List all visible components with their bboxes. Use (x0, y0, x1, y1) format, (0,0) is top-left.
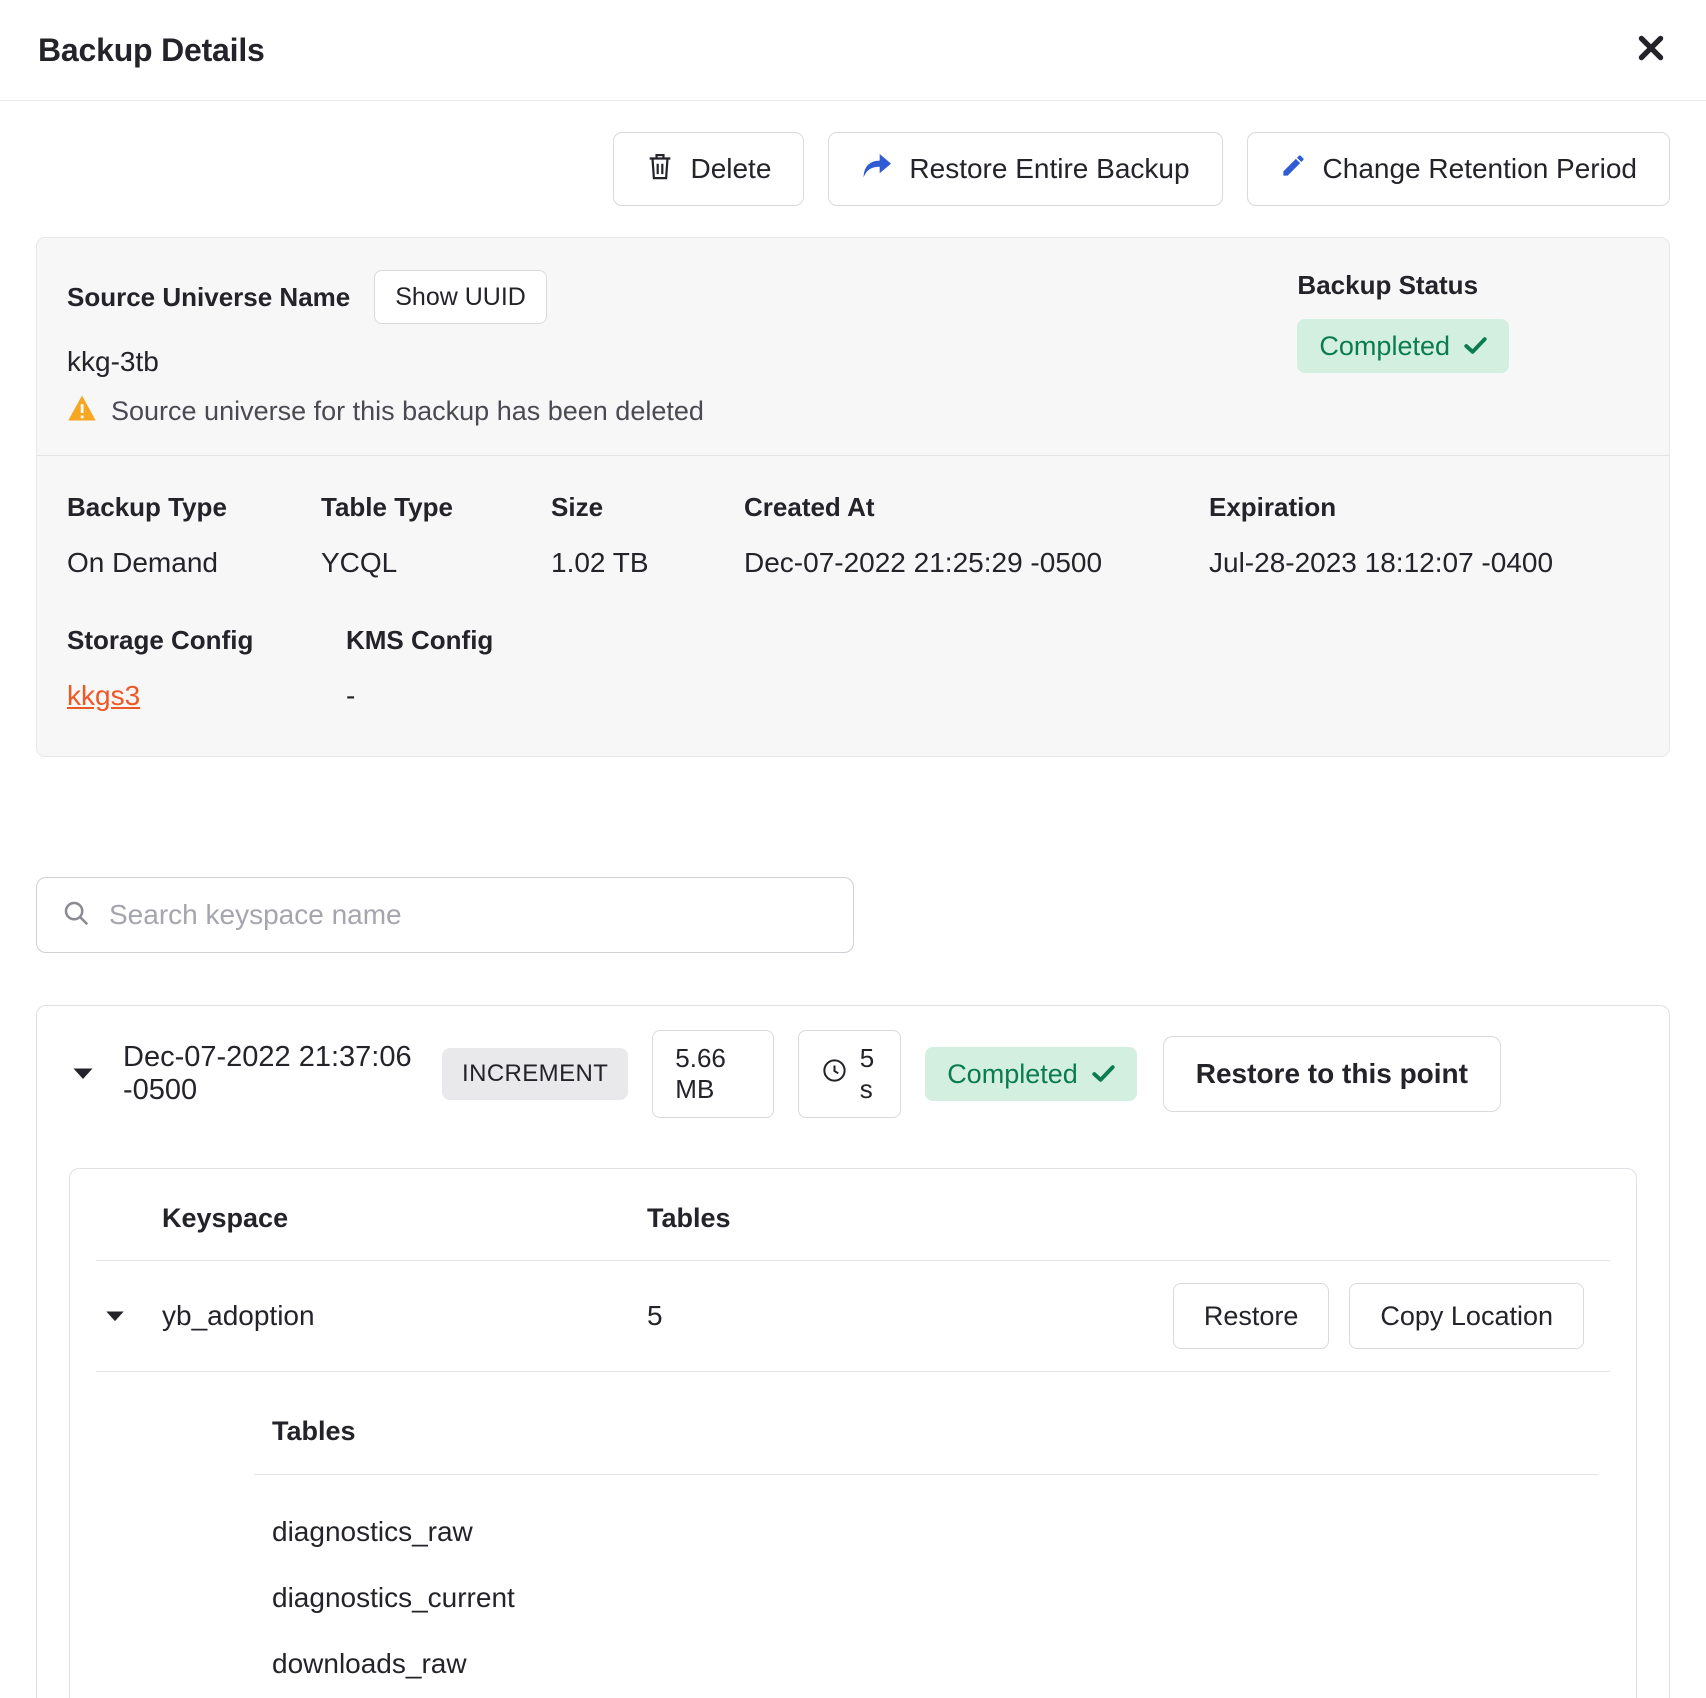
change-retention-period-button[interactable]: Change Retention Period (1247, 132, 1670, 206)
table-name-item: downloads_raw (272, 1631, 1598, 1697)
chevron-down-icon[interactable] (104, 1309, 126, 1324)
delete-button[interactable]: Delete (613, 132, 804, 206)
increment-status-badge: Completed (925, 1047, 1137, 1101)
backup-summary-panel: Source Universe Name Show UUID kkg-3tb S… (36, 237, 1670, 757)
increment-duration-text: 5 s (860, 1043, 878, 1105)
delete-button-label: Delete (690, 153, 771, 185)
increment-header: Dec-07-2022 21:37:06 -0500 INCREMENT 5.6… (37, 1006, 1669, 1142)
backup-status-block: Backup Status Completed (1297, 270, 1509, 429)
expanded-tables-label: Tables (272, 1416, 1598, 1447)
expiration-label: Expiration (1209, 492, 1553, 523)
table-name-item: diagnostics_raw (272, 1499, 1598, 1565)
warning-icon (67, 394, 97, 429)
forward-arrow-icon (861, 152, 893, 187)
keyspace-expanded-section: Tables diagnostics_raw diagnostics_curre… (70, 1372, 1636, 1698)
keyspace-table-card: Keyspace Tables yb_adoption 5 Restore Co… (69, 1168, 1637, 1698)
source-universe-block: Source Universe Name Show UUID kkg-3tb S… (67, 270, 704, 429)
show-uuid-button[interactable]: Show UUID (374, 270, 547, 324)
storage-config-field: Storage Config kkgs3 (67, 625, 346, 712)
increment-timestamp: Dec-07-2022 21:37:06 -0500 (123, 1041, 412, 1107)
table-name-list: diagnostics_raw diagnostics_current down… (272, 1499, 1598, 1698)
keyspace-search-input[interactable] (109, 899, 829, 931)
page-header: Backup Details (0, 0, 1706, 101)
status-badge-text: Completed (1319, 331, 1450, 362)
table-type-label: Table Type (321, 492, 551, 523)
universe-deleted-warning: Source universe for this backup has been… (111, 396, 704, 427)
status-badge: Completed (1297, 319, 1509, 373)
clock-icon (821, 1057, 848, 1091)
storage-config-label: Storage Config (67, 625, 346, 656)
keyspace-column-header: Keyspace (162, 1203, 647, 1234)
increment-size-badge: 5.66 MB (652, 1030, 773, 1118)
restore-entire-backup-button[interactable]: Restore Entire Backup (828, 132, 1222, 206)
table-type-field: Table Type YCQL (321, 492, 551, 579)
page-title: Backup Details (38, 32, 265, 69)
size-label: Size (551, 492, 744, 523)
expiration-field: Expiration Jul-28-2023 18:12:07 -0400 (1209, 492, 1553, 579)
keyspace-table-header: Keyspace Tables (70, 1169, 1636, 1260)
backup-type-field: Backup Type On Demand (67, 492, 321, 579)
backup-type-value: On Demand (67, 547, 321, 579)
source-universe-label: Source Universe Name (67, 282, 350, 313)
created-at-field: Created At Dec-07-2022 21:25:29 -0500 (744, 492, 1209, 579)
restore-button[interactable]: Restore (1173, 1283, 1330, 1349)
toolbar: Delete Restore Entire Backup Change Rete… (0, 132, 1706, 206)
keyspace-name: yb_adoption (162, 1300, 647, 1332)
table-name-item: diagnostics_current (272, 1565, 1598, 1631)
expiration-value: Jul-28-2023 18:12:07 -0400 (1209, 547, 1553, 579)
size-field: Size 1.02 TB (551, 492, 744, 579)
check-icon (1464, 331, 1487, 362)
close-button[interactable] (1634, 31, 1668, 70)
backup-status-label: Backup Status (1297, 270, 1509, 301)
increment-type-badge: INCREMENT (442, 1048, 628, 1100)
increment-card: Dec-07-2022 21:37:06 -0500 INCREMENT 5.6… (36, 1005, 1670, 1698)
kms-config-value: - (346, 680, 493, 712)
created-at-label: Created At (744, 492, 1209, 523)
check-icon (1092, 1059, 1115, 1090)
copy-location-button[interactable]: Copy Location (1349, 1283, 1584, 1349)
keyspace-search-box (36, 877, 854, 953)
created-at-value: Dec-07-2022 21:25:29 -0500 (744, 547, 1209, 579)
increment-duration-badge: 5 s (798, 1030, 901, 1118)
kms-config-field: KMS Config - (346, 625, 493, 712)
restore-to-this-point-button[interactable]: Restore to this point (1163, 1036, 1501, 1112)
storage-config-link[interactable]: kkgs3 (67, 680, 140, 711)
tables-column-header: Tables (647, 1203, 1584, 1234)
increment-status-text: Completed (947, 1059, 1078, 1090)
kms-config-label: KMS Config (346, 625, 493, 656)
pencil-icon (1280, 152, 1307, 186)
restore-entire-backup-label: Restore Entire Backup (909, 153, 1189, 185)
close-icon (1634, 31, 1668, 70)
change-retention-period-label: Change Retention Period (1323, 153, 1637, 185)
tables-count: 5 (647, 1300, 1173, 1332)
source-universe-name: kkg-3tb (67, 346, 704, 378)
keyspace-row[interactable]: yb_adoption 5 Restore Copy Location (70, 1261, 1636, 1371)
expanded-divider (254, 1474, 1598, 1475)
backup-type-label: Backup Type (67, 492, 321, 523)
table-type-value: YCQL (321, 547, 551, 579)
size-value: 1.02 TB (551, 547, 744, 579)
search-icon (61, 898, 91, 933)
chevron-down-icon[interactable] (71, 1066, 95, 1082)
trash-icon (646, 151, 674, 188)
